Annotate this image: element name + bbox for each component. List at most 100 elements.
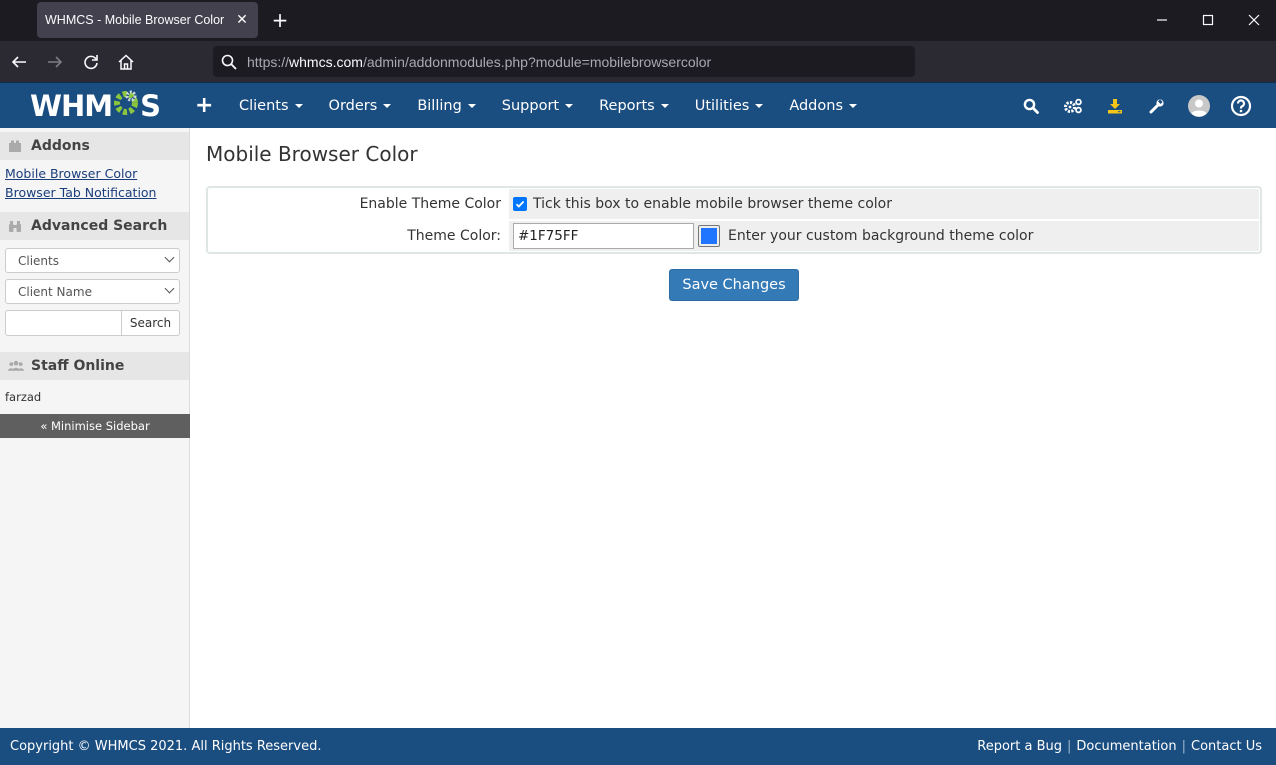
caret-down-icon [294, 104, 303, 108]
chevron-down-icon [164, 252, 175, 263]
staff-online-name: farzad [5, 390, 42, 404]
save-changes-button[interactable]: Save Changes [669, 269, 799, 301]
back-icon[interactable] [7, 50, 31, 74]
caret-down-icon [849, 104, 858, 108]
theme-color-description: Enter your custom background theme color [728, 228, 1034, 244]
search-button[interactable]: Search [121, 310, 180, 336]
search-field-select[interactable]: Client Name [5, 279, 180, 304]
search-input[interactable] [5, 310, 121, 336]
select-value: Client Name [18, 284, 92, 299]
sidebar-addons-header: Addons [0, 132, 189, 160]
color-swatch-fill [701, 228, 717, 244]
reload-icon[interactable] [79, 50, 103, 74]
sidebar-heading: Addons [31, 138, 90, 154]
home-icon[interactable] [114, 50, 138, 74]
logo-gear-icon [112, 88, 140, 125]
theme-color-label: Theme Color: [209, 221, 509, 251]
search-group: Search [5, 310, 180, 336]
sidebar-heading: Staff Online [31, 358, 125, 374]
select-value: Clients [18, 253, 59, 268]
logo-text-end: S [140, 89, 161, 123]
documentation-link[interactable]: Documentation [1076, 739, 1176, 754]
footer-links: Report a Bug | Documentation | Contact Us [977, 739, 1262, 754]
browser-tab[interactable]: WHMCS - Mobile Browser Color ✕ [37, 2, 258, 38]
menu-label: Orders [328, 98, 378, 114]
search-icon[interactable] [1010, 83, 1052, 129]
forward-icon[interactable] [43, 50, 67, 74]
caret-down-icon [467, 104, 476, 108]
close-window-icon[interactable] [1242, 8, 1266, 32]
admin-navbar: WHM S + Clients Orders Billing Support R… [0, 82, 1276, 128]
sidebar-advanced-search-header: Advanced Search [0, 212, 189, 240]
new-tab-icon[interactable]: + [270, 8, 290, 32]
users-icon [8, 360, 24, 372]
cube-icon [8, 140, 24, 153]
menu-addons[interactable]: Addons [776, 83, 870, 129]
url-host: whmcs.com [289, 53, 363, 70]
sidebar-link-mobile-browser-color[interactable]: Mobile Browser Color [5, 164, 184, 183]
user-avatar-icon[interactable] [1178, 83, 1220, 129]
sidebar-heading: Advanced Search [31, 218, 168, 234]
theme-color-input[interactable]: #1F75FF [513, 223, 694, 249]
settings-form: Enable Theme Color Tick this box to enab… [206, 186, 1262, 254]
enable-theme-color-label: Enable Theme Color [209, 189, 509, 219]
caret-down-icon [660, 104, 669, 108]
nav-icons [1010, 83, 1262, 129]
address-bar[interactable]: https://whmcs.com/admin/addonmodules.php… [213, 46, 915, 77]
main-content: Mobile Browser Color Enable Theme Color … [206, 128, 1262, 301]
enable-theme-color-field: Tick this box to enable mobile browser t… [509, 189, 1259, 219]
divider: | [1181, 739, 1186, 754]
menu-label: Utilities [694, 98, 750, 114]
menu-billing[interactable]: Billing [404, 83, 488, 129]
report-bug-link[interactable]: Report a Bug [977, 739, 1062, 754]
menu-label: Support [501, 98, 560, 114]
sidebar-link-browser-tab-notification[interactable]: Browser Tab Notification [5, 183, 184, 202]
url-prefix: https:// [247, 53, 290, 70]
logo-text: WHM [30, 89, 113, 123]
maximize-window-icon[interactable] [1196, 8, 1220, 32]
update-download-icon[interactable] [1094, 83, 1136, 129]
whmcs-logo[interactable]: WHM S [30, 88, 161, 125]
menu-clients[interactable]: Clients [226, 83, 316, 129]
caret-down-icon [383, 104, 392, 108]
copyright-text: Copyright © WHMCS 2021. All Rights Reser… [10, 739, 322, 754]
search-type-select[interactable]: Clients [5, 248, 180, 273]
enable-theme-color-description: Tick this box to enable mobile browser t… [533, 196, 892, 212]
sidebar-staff-online-header: Staff Online [0, 352, 189, 380]
minimise-sidebar-button[interactable]: « Minimise Sidebar [0, 414, 190, 438]
form-actions: Save Changes [206, 269, 1262, 301]
menu-label: Clients [239, 98, 289, 114]
url-search-icon [221, 54, 237, 70]
menu-support[interactable]: Support [489, 83, 586, 129]
help-icon[interactable] [1220, 83, 1262, 129]
menu-label: Billing [417, 98, 462, 114]
theme-color-field: #1F75FF Enter your custom background the… [509, 221, 1259, 251]
caret-down-icon [565, 104, 574, 108]
form-row-color: Theme Color: #1F75FF Enter your custom b… [209, 221, 1259, 251]
contact-us-link[interactable]: Contact Us [1191, 739, 1262, 754]
caret-down-icon [755, 104, 764, 108]
quick-add-icon[interactable]: + [195, 93, 213, 118]
color-picker-swatch[interactable] [698, 225, 720, 247]
browser-toolbar: https://whmcs.com/admin/addonmodules.php… [0, 41, 1276, 82]
url-path: /admin/addonmodules.php?module=mobilebro… [362, 53, 712, 70]
menu-utilities[interactable]: Utilities [682, 83, 777, 129]
menu-reports[interactable]: Reports [586, 83, 682, 129]
minimize-window-icon[interactable] [1150, 8, 1174, 32]
tab-title: WHMCS - Mobile Browser Color [45, 13, 225, 27]
menu-label: Addons [789, 98, 844, 114]
chevron-down-icon [164, 283, 175, 294]
addon-links: Mobile Browser Color Browser Tab Notific… [0, 160, 189, 208]
menu-orders[interactable]: Orders [316, 83, 405, 129]
wrench-icon[interactable] [1136, 83, 1178, 129]
main-menu: Clients Orders Billing Support Reports U… [226, 83, 870, 129]
page-title: Mobile Browser Color [206, 142, 418, 166]
browser-titlebar: WHMCS - Mobile Browser Color ✕ + [0, 0, 1276, 41]
sidebar: Addons Mobile Browser Color Browser Tab … [0, 128, 190, 728]
enable-theme-color-checkbox[interactable] [513, 197, 527, 211]
menu-label: Reports [599, 98, 655, 114]
advanced-search-form: Clients Client Name Search [0, 240, 189, 342]
footer: Copyright © WHMCS 2021. All Rights Reser… [0, 728, 1276, 765]
settings-icon[interactable] [1052, 83, 1094, 129]
tab-close-icon[interactable]: ✕ [232, 12, 252, 28]
